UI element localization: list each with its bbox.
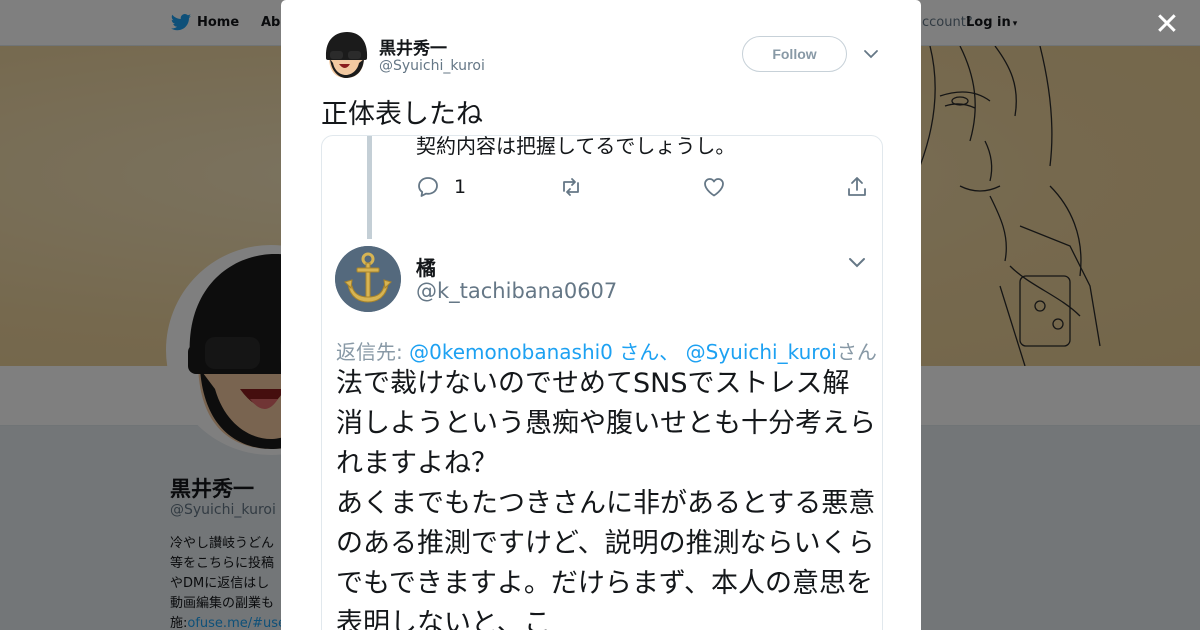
reply-to-separator: さん、 <box>612 340 686 364</box>
quoted-tweet-body: 法で裁けないのでせめてSNSでストレス解消しようという愚痴や腹いせとも十分考えら… <box>336 368 876 630</box>
like-action[interactable] <box>702 174 726 200</box>
quoted-tweet-card[interactable]: 契約内容は把握してるでしょうし。 1 橘 @k_tachibana0607 返信… <box>321 135 883 630</box>
reply-icon <box>418 177 438 197</box>
reply-count: 1 <box>454 176 467 198</box>
previous-tweet-text: 契約内容は把握してるでしょうし。 <box>416 135 736 158</box>
follow-button[interactable]: Follow <box>742 36 847 72</box>
quoted-author-handle[interactable]: @k_tachibana0607 <box>416 279 617 303</box>
chevron-down-icon[interactable] <box>863 46 879 62</box>
quoted-author-avatar[interactable] <box>335 246 401 312</box>
reply-to-prefix: 返信先: <box>336 340 410 364</box>
chevron-down-icon[interactable] <box>847 252 867 272</box>
author-avatar[interactable] <box>322 31 370 79</box>
author-handle[interactable]: @Syuichi_kuroi <box>379 58 485 74</box>
mention-link[interactable]: @0kemonobanashi0 <box>409 340 613 364</box>
retweet-icon <box>563 178 579 196</box>
mention-link[interactable]: @Syuichi_kuroi <box>686 340 837 364</box>
share-icon <box>848 177 866 196</box>
quoted-author-name[interactable]: 橘 <box>416 252 436 281</box>
author-name[interactable]: 黒井秀一 <box>379 34 447 59</box>
share-action[interactable] <box>845 174 869 200</box>
thread-line <box>367 136 372 239</box>
reply-to-line: 返信先: @0kemonobanashi0 さん、 @Syuichi_kuroi… <box>336 336 877 365</box>
reply-action[interactable]: 1 <box>416 174 466 200</box>
close-icon[interactable]: ✕ <box>1152 10 1182 40</box>
retweet-action[interactable] <box>559 174 583 200</box>
heart-icon <box>704 178 724 197</box>
tweet-modal: 黒井秀一 @Syuichi_kuroi Follow 正体表したね 契約内容は把… <box>281 0 921 630</box>
tweet-actions: 1 <box>416 174 876 200</box>
reply-to-suffix: さん <box>836 340 877 364</box>
tweet-text: 正体表したね <box>321 99 483 130</box>
